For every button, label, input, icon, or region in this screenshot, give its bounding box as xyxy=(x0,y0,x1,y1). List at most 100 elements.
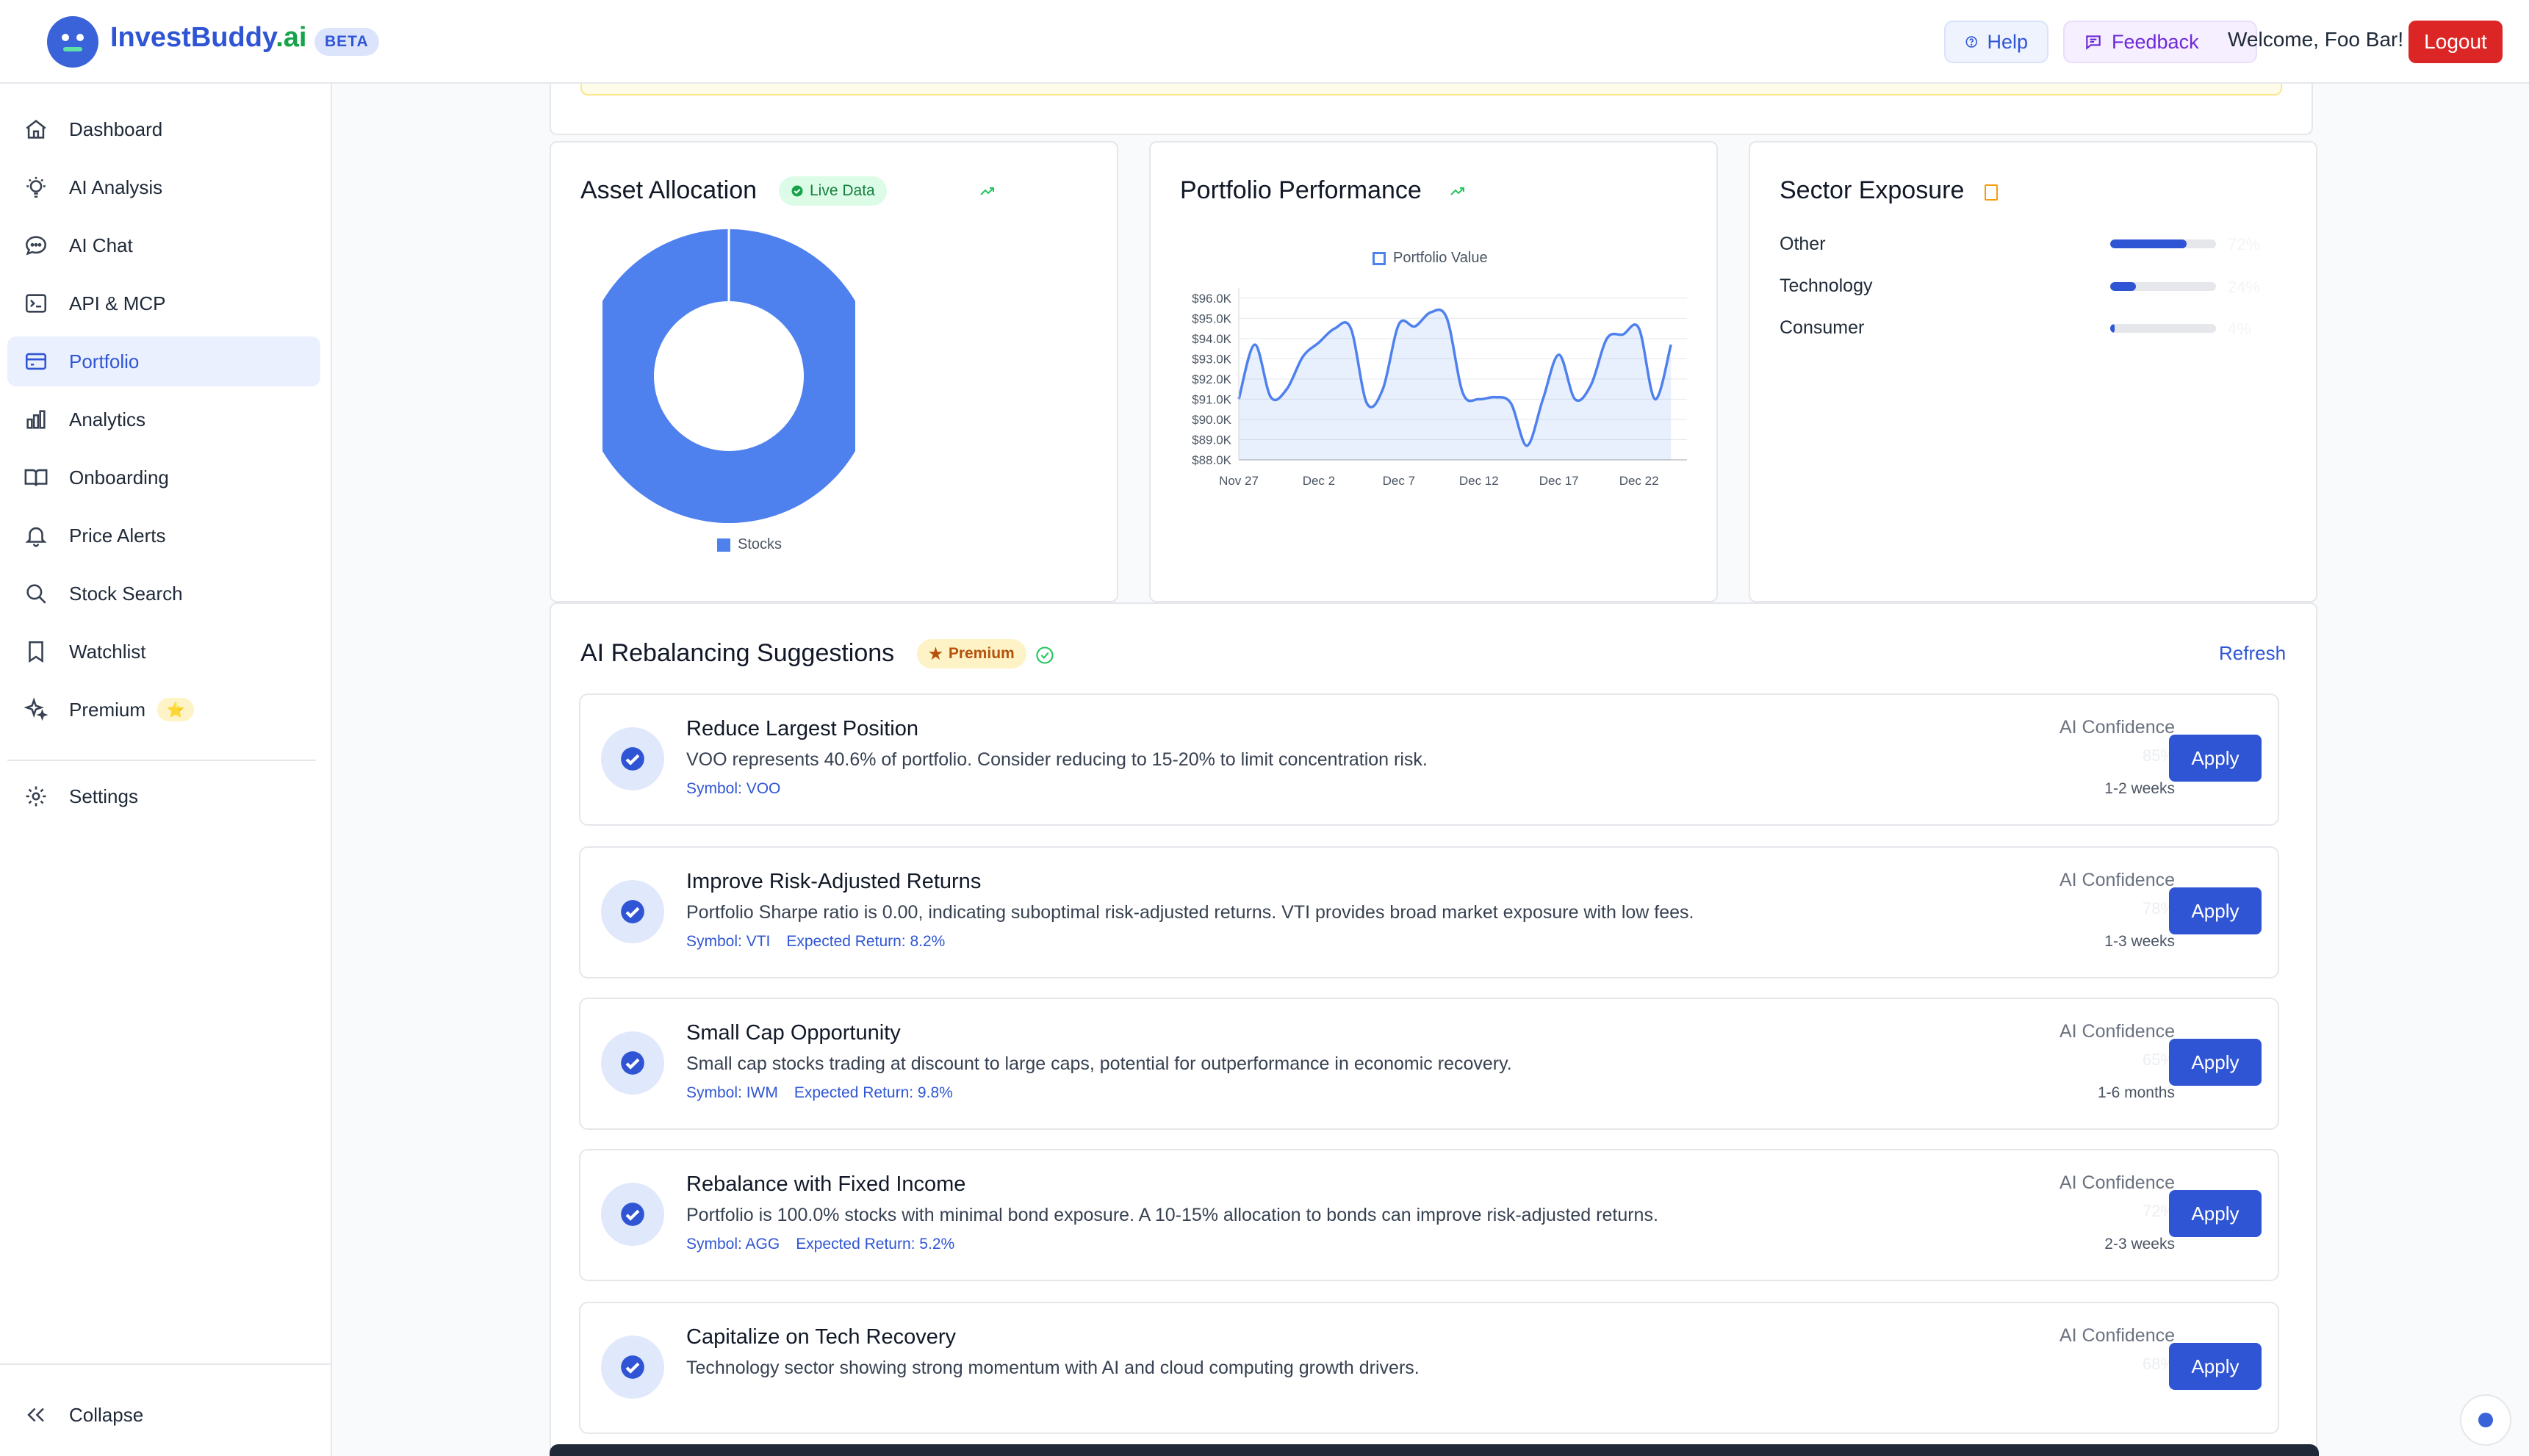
refresh-button[interactable]: Refresh xyxy=(2219,642,2286,665)
suggestions-list[interactable]: Reduce Largest Position VOO represents 4… xyxy=(551,683,2314,1456)
sector-percent: 4% xyxy=(2228,320,2251,338)
suggestion-check-icon xyxy=(601,1336,664,1399)
check-circle-icon xyxy=(791,185,803,197)
suggestion-timeframe: 1-2 weeks xyxy=(2104,780,2175,797)
collapse-label: Collapse xyxy=(69,1403,144,1426)
sector-percent: 72% xyxy=(2228,235,2261,253)
suggestion-meta: Symbol: VTI Expected Return: 8.2% xyxy=(686,933,961,951)
sidebar-item-portfolio[interactable]: Portfolio xyxy=(7,336,320,386)
suggestion-check-icon xyxy=(601,1183,664,1246)
suggestion-symbol: Symbol: VTI xyxy=(686,933,771,950)
apply-button[interactable]: Apply xyxy=(2169,735,2262,782)
sidebar-item-ai-chat[interactable]: AI Chat xyxy=(7,220,320,270)
sidebar-item-label: Price Alerts xyxy=(69,524,166,547)
sidebar-item-label: Premium xyxy=(69,698,146,721)
terminal-icon xyxy=(25,294,47,313)
apply-button[interactable]: Apply xyxy=(2169,1039,2262,1086)
suggestion-description: VOO represents 40.6% of portfolio. Consi… xyxy=(686,749,1428,770)
suggestion-meta: Symbol: VOO xyxy=(686,780,813,798)
sidebar-item-label: Stock Search xyxy=(69,582,183,605)
suggestion-symbol: Symbol: VOO xyxy=(686,780,781,797)
star-icon: ★ xyxy=(929,645,943,663)
sector-bar-fill xyxy=(2110,282,2136,291)
asset-allocation-title: Asset Allocation xyxy=(580,176,758,204)
portfolio-performance-title: Portfolio Performance xyxy=(1180,176,1422,204)
x-tick-label: Nov 27 xyxy=(1219,474,1259,488)
gear-icon xyxy=(26,786,46,807)
chat-icon xyxy=(25,236,47,256)
suggestion-title: Capitalize on Tech Recovery xyxy=(686,1325,956,1349)
chevrons-left-icon xyxy=(27,1408,44,1422)
sidebar: Dashboard AI Analysis AI Chat API & MCP … xyxy=(0,84,332,1456)
portfolio-performance-card: Portfolio Performance Portfolio Value $8… xyxy=(1149,141,1718,602)
suggestion-description: Portfolio Sharpe ratio is 0.00, indicati… xyxy=(686,902,1694,923)
confidence-value: 78% xyxy=(2142,899,2175,918)
performance-legend: Portfolio Value xyxy=(1373,250,1488,267)
sidebar-item-settings[interactable]: Settings xyxy=(7,771,320,821)
suggestion-card: Improve Risk-Adjusted Returns Portfolio … xyxy=(579,846,2279,979)
legend-swatch xyxy=(717,538,730,552)
apply-button[interactable]: Apply xyxy=(2169,1343,2262,1390)
sidebar-item-label: Analytics xyxy=(69,408,146,430)
y-tick-label: $93.0K xyxy=(1192,352,1232,366)
sidebar-item-analytics[interactable]: Analytics xyxy=(7,394,320,444)
clipboard-icon xyxy=(1985,184,1998,201)
sidebar-item-watchlist[interactable]: Watchlist xyxy=(7,627,320,677)
sidebar-item-label: Portfolio xyxy=(69,350,140,372)
suggestion-timeframe: 1-3 weeks xyxy=(2104,933,2175,950)
sector-bar-fill xyxy=(2110,324,2115,333)
sidebar-item-label: API & MCP xyxy=(69,292,166,314)
wallet-icon xyxy=(25,353,47,370)
help-button[interactable]: Help xyxy=(1944,21,2048,63)
suggestion-description: Technology sector showing strong momentu… xyxy=(686,1358,1420,1378)
suggestion-symbol: Symbol: IWM xyxy=(686,1084,778,1101)
apply-button[interactable]: Apply xyxy=(2169,1190,2262,1237)
suggestion-title: Small Cap Opportunity xyxy=(686,1021,901,1045)
asset-allocation-donut-chart xyxy=(602,229,855,523)
y-tick-label: $91.0K xyxy=(1192,392,1232,406)
sidebar-item-ai-analysis[interactable]: AI Analysis xyxy=(7,162,320,212)
sidebar-item-premium[interactable]: Premium ⭐ xyxy=(7,685,320,735)
bookmark-icon xyxy=(29,641,43,663)
suggestion-card: Capitalize on Tech Recovery Technology s… xyxy=(579,1302,2279,1434)
donut-legend: Stocks xyxy=(717,536,782,553)
x-tick-label: Dec 7 xyxy=(1383,474,1415,488)
suggestion-card: Reduce Largest Position VOO represents 4… xyxy=(579,693,2279,826)
robot-logo-icon[interactable] xyxy=(47,16,98,68)
sidebar-collapse-button[interactable]: Collapse xyxy=(7,1390,320,1440)
confidence-value: 68% xyxy=(2142,1355,2175,1373)
brand-name[interactable]: InvestBuddy.ai xyxy=(110,22,306,54)
sector-exposure-title: Sector Exposure xyxy=(1780,176,1965,204)
welcome-text: Welcome, Foo Bar! xyxy=(2228,28,2404,51)
beta-badge: BETA xyxy=(314,28,379,56)
dark-footer-bar xyxy=(550,1444,2319,1456)
suggestion-symbol: Symbol: AGG xyxy=(686,1236,780,1253)
logout-button[interactable]: Logout xyxy=(2409,21,2503,63)
rebalancing-title: AI Rebalancing Suggestions xyxy=(580,639,895,667)
floating-chat-button[interactable] xyxy=(2460,1394,2511,1446)
apply-button[interactable]: Apply xyxy=(2169,887,2262,934)
sidebar-item-onboarding[interactable]: Onboarding xyxy=(7,453,320,502)
lightbulb-icon xyxy=(26,176,46,198)
sidebar-item-dashboard[interactable]: Dashboard xyxy=(7,104,320,154)
x-tick-label: Dec 12 xyxy=(1459,474,1499,488)
y-tick-label: $90.0K xyxy=(1192,413,1232,427)
sidebar-item-label: AI Chat xyxy=(69,234,133,256)
suggestion-check-icon xyxy=(601,1031,664,1095)
sidebar-item-label: Onboarding xyxy=(69,466,169,489)
x-tick-label: Dec 17 xyxy=(1539,474,1579,488)
trending-up-icon xyxy=(980,187,994,195)
brand-name-main: InvestBuddy xyxy=(110,22,276,53)
sidebar-item-price-alerts[interactable]: Price Alerts xyxy=(7,511,320,561)
y-tick-label: $95.0K xyxy=(1192,311,1232,325)
sector-bar xyxy=(2110,282,2216,291)
trending-up-icon xyxy=(1450,187,1464,195)
y-tick-label: $96.0K xyxy=(1192,292,1232,306)
sidebar-item-api-mcp[interactable]: API & MCP xyxy=(7,278,320,328)
previous-card xyxy=(550,84,2313,135)
confidence-label: AI Confidence xyxy=(2059,870,2175,890)
bell-icon xyxy=(25,527,47,547)
confidence-value: 65% xyxy=(2142,1050,2175,1069)
legend-label: Stocks xyxy=(738,536,783,552)
sidebar-item-stock-search[interactable]: Stock Search xyxy=(7,569,320,619)
